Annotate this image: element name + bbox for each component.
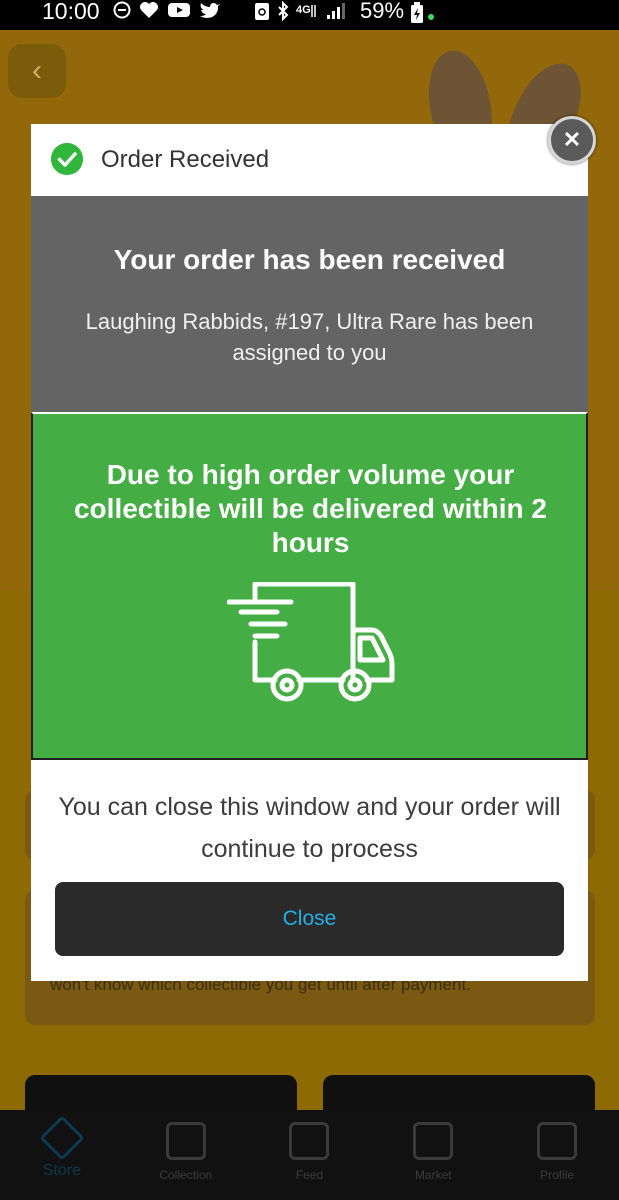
heart-icon [140, 2, 158, 18]
status-notification-icons [113, 1, 221, 19]
status-time: 10:00 [42, 0, 100, 24]
check-circle-icon [51, 143, 83, 175]
bluetooth-icon [278, 1, 289, 21]
dismiss-dialog-button[interactable]: ✕ [548, 116, 596, 164]
lte-icon: 4G [296, 4, 316, 17]
svg-text:4G: 4G [296, 4, 311, 16]
twitter-icon [200, 3, 220, 18]
battery-percent: 59% [360, 0, 405, 23]
recycle-icon [255, 3, 269, 20]
battery-icon [411, 2, 423, 23]
status-system-icons: 4G [254, 1, 346, 21]
signal-icon [327, 3, 345, 19]
order-received-dialog: Order Received Your order has been recei… [31, 124, 588, 981]
dialog-title: Order Received [101, 146, 270, 173]
close-button[interactable]: Close [55, 882, 564, 956]
order-headline: Your order has been received [113, 244, 506, 275]
delivery-truck-icon [227, 582, 395, 702]
delivery-notice-section: Due to high order volume your collectibl… [31, 412, 588, 760]
delivery-notice-text: Due to high order volume your collectibl… [73, 459, 548, 558]
close-icon: ✕ [562, 127, 582, 152]
privacy-indicator [428, 14, 434, 20]
youtube-icon [168, 3, 190, 17]
order-description: Laughing Rabbids, #197, Ultra Rare has b… [85, 309, 534, 365]
do-not-disturb-icon [113, 1, 131, 19]
status-bar: 10:00 4G 59% [0, 0, 619, 30]
order-summary-section: Your order has been received Laughing Ra… [31, 196, 588, 412]
close-info-text: You can close this window and your order… [58, 793, 561, 863]
dialog-header: Order Received [31, 124, 588, 196]
